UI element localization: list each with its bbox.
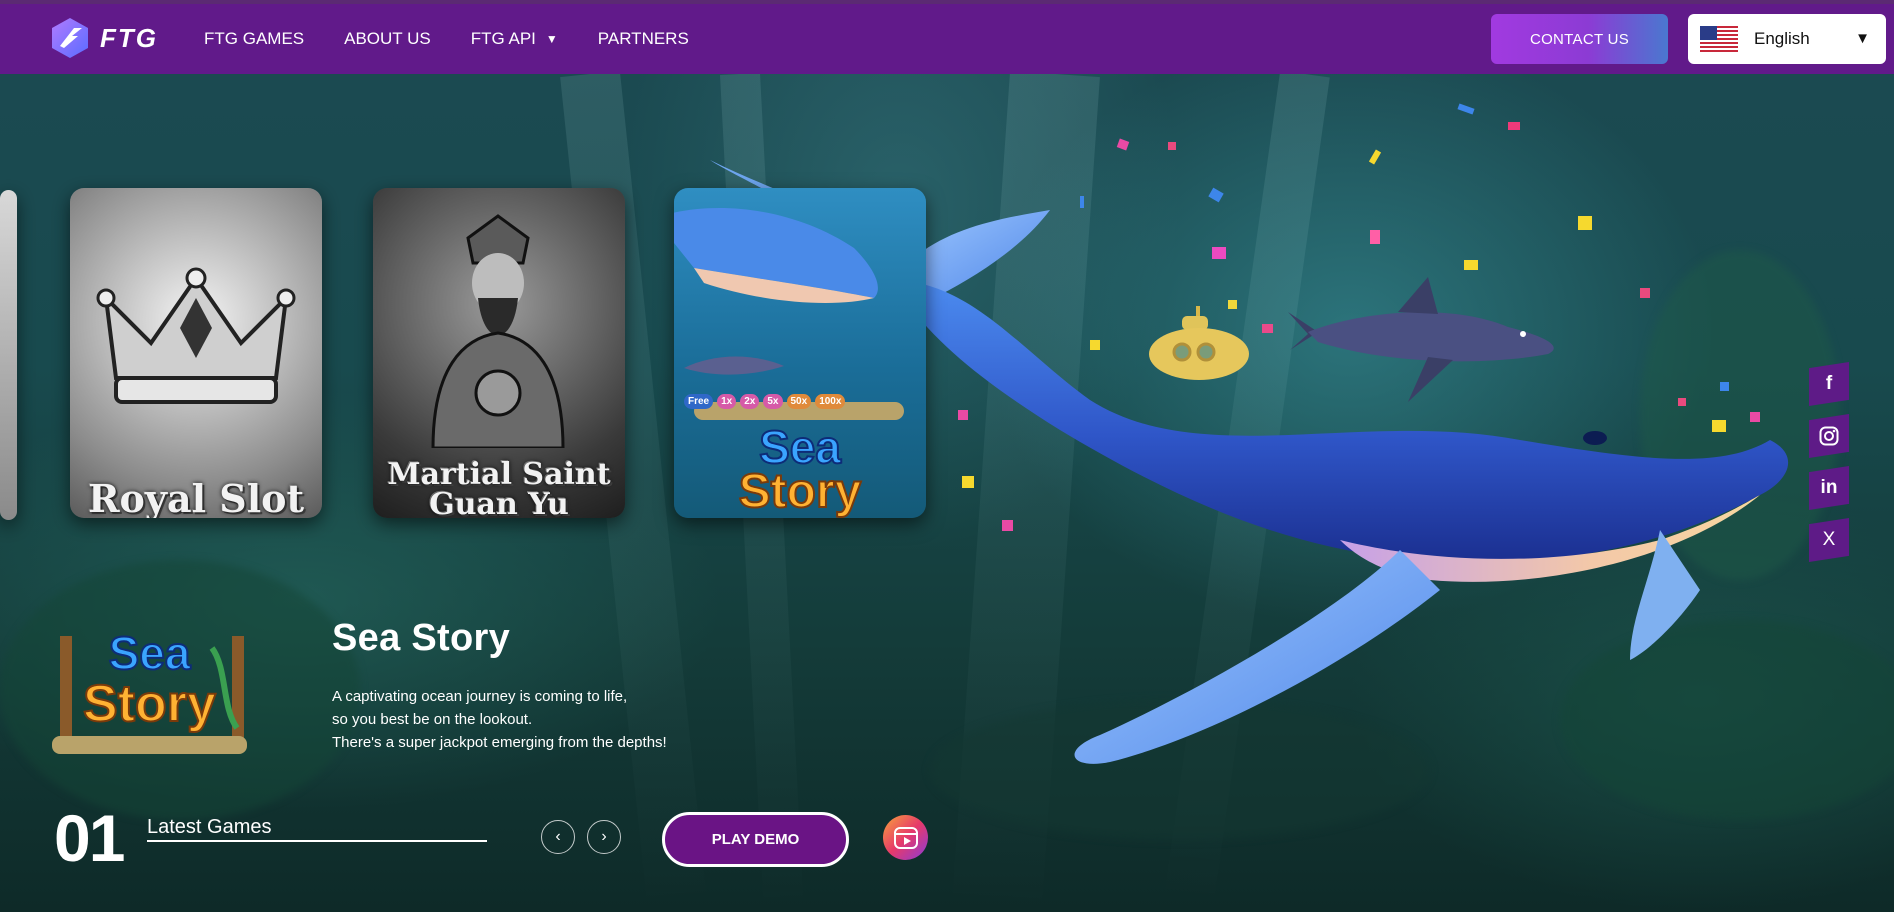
multiplier-badge: 1x: [717, 394, 737, 409]
featured-logo-line1: Sea: [108, 627, 192, 679]
caret-down-icon: ▼: [1855, 30, 1870, 47]
card-title-line1: Sea: [758, 421, 842, 473]
video-play-icon: [893, 826, 918, 849]
facebook-icon: f: [1825, 373, 1833, 394]
facebook-link[interactable]: f: [1809, 362, 1849, 406]
multiplier-badge: 50x: [786, 394, 812, 409]
game-card-royal-slot[interactable]: Royal Slot: [70, 188, 322, 518]
top-navigation: FTG FTG GAMES ABOUT US FTG API ▼ PARTNER…: [0, 4, 1894, 74]
description-line: A captivating ocean journey is coming to…: [332, 688, 628, 705]
x-link[interactable]: X: [1809, 518, 1849, 562]
x-icon: X: [1822, 529, 1836, 550]
featured-game-title: Sea Story: [332, 617, 511, 659]
multiplier-badge: 5x: [763, 394, 783, 409]
next-slide-button[interactable]: ›: [587, 820, 621, 854]
multiplier-row: Free 1x 2x 5x 50x 100x: [684, 394, 846, 409]
description-line: There's a super jackpot emerging from th…: [332, 734, 667, 751]
play-demo-button[interactable]: PLAY DEMO: [662, 812, 849, 867]
slide-index: 01: [54, 801, 125, 875]
card-title-line2: Guan Yu: [429, 487, 569, 519]
ftg-logo-icon: [52, 18, 88, 58]
nav-link-about-us[interactable]: ABOUT US: [344, 29, 431, 49]
ftg-logo[interactable]: FTG: [48, 16, 158, 60]
linkedin-icon: in: [1820, 477, 1838, 498]
shark-illustration: [1288, 277, 1554, 402]
nav-link-ftg-games[interactable]: FTG GAMES: [204, 29, 304, 49]
prev-slide-button[interactable]: ‹: [541, 820, 575, 854]
card-title: Royal Slot: [87, 476, 305, 518]
multiplier-badge: 2x: [740, 394, 760, 409]
caret-down-icon: ▼: [545, 32, 558, 46]
game-card-sea-story[interactable]: Free 1x 2x 5x 50x 100x Sea Story: [674, 188, 926, 518]
latest-games-label: Latest Games: [147, 816, 272, 838]
chevron-right-icon: ›: [601, 828, 607, 845]
logo-text: FTG: [100, 22, 158, 53]
language-selector[interactable]: English ▼: [1688, 14, 1886, 64]
chevron-left-icon: ‹: [555, 828, 561, 845]
section-underline: [147, 840, 487, 842]
contact-us-button[interactable]: CONTACT US: [1491, 14, 1668, 64]
featured-game-logo: Sea Story: [42, 618, 257, 763]
linkedin-link[interactable]: in: [1809, 466, 1849, 510]
game-card-martial-saint-guan-yu[interactable]: Martial Saint Guan Yu: [373, 188, 625, 518]
game-card-partial[interactable]: [0, 190, 17, 520]
multiplier-badge: Free: [684, 394, 714, 409]
card-title-line1: Martial Saint: [387, 457, 611, 492]
video-button[interactable]: [883, 815, 928, 860]
nav-link-partners[interactable]: PARTNERS: [598, 29, 689, 49]
multiplier-badge: 100x: [815, 394, 846, 409]
crown-icon: [96, 267, 296, 404]
instagram-link[interactable]: [1809, 414, 1849, 458]
nav-link-label: FTG GAMES: [204, 29, 305, 48]
nav-links: FTG GAMES ABOUT US FTG API ▼ PARTNERS: [204, 4, 729, 74]
instagram-icon: [1819, 426, 1839, 446]
nav-link-label: PARTNERS: [597, 29, 689, 48]
nav-link-ftg-api[interactable]: FTG API ▼: [471, 29, 558, 49]
card-title-line2: Story: [738, 465, 863, 518]
warrior-figure-icon: [431, 214, 565, 448]
nav-link-label: FTG API: [470, 29, 536, 48]
us-flag-icon: [1700, 26, 1738, 52]
description-line: so you best be on the lookout.: [332, 711, 533, 728]
nav-link-label: ABOUT US: [344, 29, 431, 48]
submarine-illustration: [1149, 306, 1249, 380]
language-label: English: [1754, 29, 1810, 48]
featured-logo-line2: Story: [82, 675, 217, 733]
featured-game-description: A captivating ocean journey is coming to…: [332, 685, 752, 754]
